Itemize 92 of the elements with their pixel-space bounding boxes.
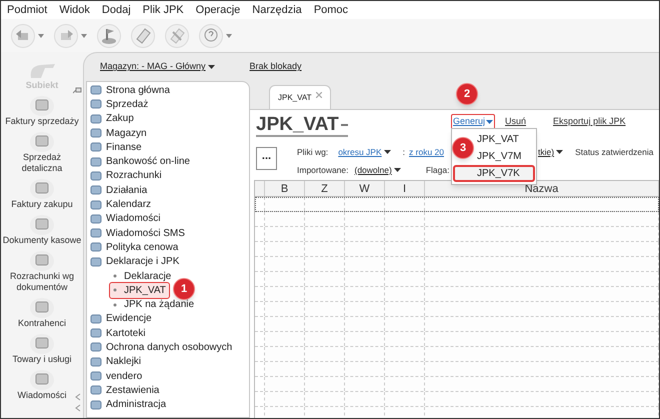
filter-link[interactable]: (dowolne) — [354, 164, 401, 176]
filter-label: Status zatwierdzenia — [575, 146, 654, 159]
folder-icon — [90, 370, 102, 382]
help-icon — [199, 24, 223, 48]
tag-icon — [165, 24, 189, 48]
tree-item[interactable]: Bankowość on-line — [87, 154, 249, 169]
folder-icon — [90, 170, 102, 182]
sidebar-item[interactable]: Towary i usługi — [12, 354, 72, 365]
back-icon — [11, 24, 35, 48]
folder-icon — [90, 398, 102, 411]
filter-label: Flaga: — [426, 164, 450, 176]
tree-item[interactable]: Ochrona danych osobowych — [87, 340, 249, 355]
more-button[interactable]: ... — [256, 147, 277, 170]
folder-icon — [90, 141, 102, 154]
action-link[interactable]: Eksportuj plik JPK — [551, 114, 628, 130]
column-header[interactable]: B — [265, 181, 305, 196]
tree-item[interactable]: Sprzedaż — [87, 97, 249, 112]
folder-icon — [90, 156, 102, 168]
sidebar-item[interactable]: Wiadomości — [17, 390, 66, 401]
tag-icon — [131, 24, 155, 48]
tree-item[interactable]: Wiadomości — [87, 212, 249, 226]
folder-icon — [90, 212, 102, 225]
action-link[interactable]: Usuń — [503, 114, 528, 130]
tree-item[interactable]: Naklejki — [87, 354, 249, 369]
column-header[interactable]: W — [345, 181, 385, 196]
toolbar-button[interactable] — [97, 24, 121, 48]
tree-item[interactable]: JPK_VAT — [109, 282, 170, 299]
toolbar-button[interactable] — [54, 24, 87, 48]
tree-item[interactable]: Zestawienia — [87, 383, 249, 398]
sidebar-item[interactable]: Faktury sprzedaży — [5, 116, 79, 127]
filter-label: Importowane: — [297, 164, 348, 176]
menu-item[interactable]: JPK_VAT — [477, 132, 519, 147]
tree-item[interactable]: Magazyn — [87, 126, 249, 140]
folder-icon — [90, 84, 102, 96]
toolbar-button[interactable] — [165, 24, 189, 48]
tree-item[interactable]: Polityka cenowa — [87, 240, 249, 255]
menu-item[interactable]: Narzędzia — [252, 2, 302, 18]
tree-item[interactable]: Deklaracje i JPK — [87, 254, 249, 269]
folder-icon — [90, 112, 102, 125]
folder-icon — [90, 241, 102, 254]
tree-item[interactable]: Ewidencje — [87, 312, 249, 326]
flag-icon — [97, 24, 121, 48]
tree-item[interactable]: Zakup — [87, 112, 249, 126]
folder-icon — [90, 327, 102, 340]
sidebar-item[interactable]: Dokumenty kasowe — [2, 235, 82, 246]
folder-icon — [90, 384, 102, 396]
menu-item[interactable]: Dodaj — [102, 2, 131, 18]
tree-item[interactable]: Rozrachunki — [87, 168, 249, 184]
filter-link[interactable]: z roku 20 — [409, 146, 444, 159]
menu-item[interactable]: Widok — [59, 2, 90, 18]
tree-item[interactable]: Kartoteki — [87, 326, 249, 340]
page-title[interactable]: JPK_VAT — [256, 115, 348, 137]
tree-item[interactable]: Administracja — [87, 398, 249, 412]
folder-icon — [90, 127, 102, 140]
close-icon[interactable] — [316, 92, 322, 98]
toolbar-button[interactable] — [11, 24, 44, 48]
tree-item[interactable]: Finanse — [87, 140, 249, 154]
filter-link[interactable]: okresu JPK — [338, 146, 391, 159]
menu-item[interactable]: Podmiot — [7, 2, 48, 18]
column-header[interactable]: Z — [305, 181, 345, 196]
sidebar-item[interactable]: Faktury zakupu — [11, 199, 73, 210]
folder-icon — [90, 312, 102, 325]
tree-item[interactable]: Kalendarz — [87, 197, 249, 212]
menu-item[interactable]: Operacje — [196, 2, 240, 18]
sidebar-item[interactable]: Rozrachunki wg dokumentów — [2, 271, 82, 293]
tree-item[interactable]: Działania — [87, 183, 249, 198]
sidebar-item[interactable]: Sprzedaż detaliczna — [2, 152, 82, 174]
column-header[interactable]: I — [385, 181, 425, 196]
sidebar-item[interactable]: Kontrahenci — [18, 318, 66, 329]
lock-status-link[interactable]: Brak blokady — [250, 60, 302, 74]
tree-item[interactable]: Strona główna — [87, 83, 249, 98]
warehouse-link[interactable]: Magazyn: - MAG - Główny — [100, 60, 215, 74]
menu-item[interactable]: Plik JPK — [142, 2, 184, 18]
folder-icon — [90, 98, 102, 110]
pin-icon[interactable] — [73, 87, 82, 94]
menu-item[interactable]: Pomoc — [314, 2, 348, 18]
filter-label: : — [402, 146, 406, 159]
filter-link[interactable]: tkie) — [538, 146, 564, 159]
tab[interactable]: JPK_VAT — [269, 85, 331, 109]
folder-icon — [90, 227, 102, 240]
tree-item[interactable]: Wiadomości SMS — [87, 226, 249, 240]
tree-item[interactable]: vendero — [87, 368, 249, 384]
folder-icon — [90, 341, 102, 354]
menu-item[interactable]: JPK_V7M — [477, 149, 522, 164]
toolbar-button[interactable] — [199, 24, 232, 48]
filter-label: Pliki wg: — [297, 146, 328, 159]
forward-icon — [54, 24, 78, 48]
folder-icon — [90, 356, 102, 368]
folder-icon — [90, 184, 102, 196]
toolbar-button[interactable] — [131, 24, 155, 48]
folder-icon — [90, 256, 102, 268]
folder-icon — [90, 198, 102, 211]
